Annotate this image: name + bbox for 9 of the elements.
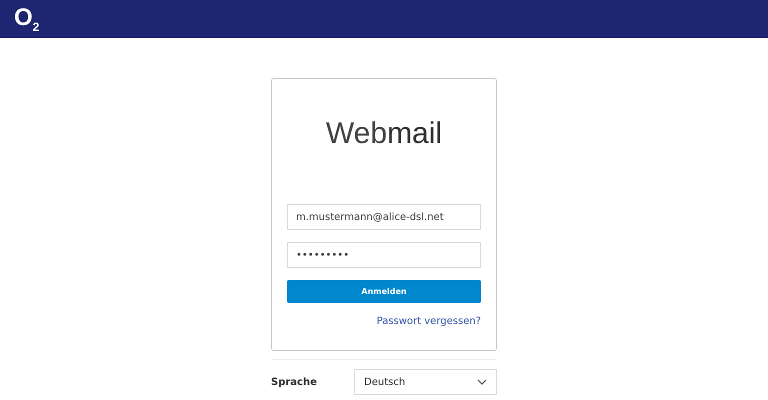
- chevron-down-icon: [477, 379, 487, 385]
- language-select[interactable]: Deutsch: [354, 369, 497, 395]
- language-label: Sprache: [271, 376, 317, 388]
- password-field[interactable]: •••••••••: [287, 242, 481, 268]
- logo: O$_{2}$: [14, 6, 40, 32]
- forgot-password-link[interactable]: Passwort vergessen?: [376, 316, 481, 327]
- email-field[interactable]: m.mustermann@alice-dsl.net: [287, 204, 481, 230]
- webmail-title: Webmail: [324, 117, 444, 151]
- login-button[interactable]: Anmelden: [287, 280, 481, 303]
